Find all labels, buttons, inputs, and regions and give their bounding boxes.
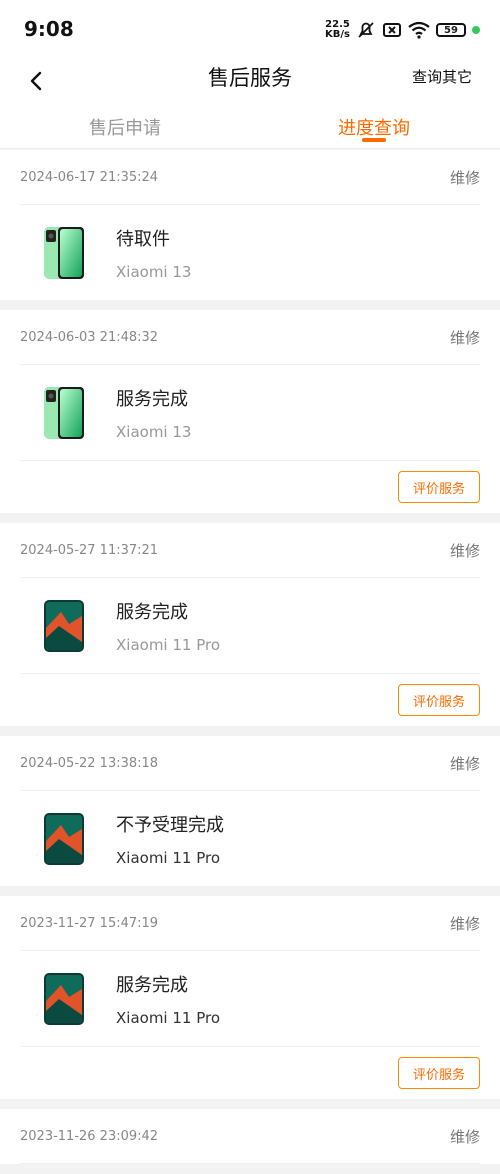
order-status: 服务完成	[116, 974, 188, 996]
xiaomi-11-pro-image	[44, 812, 84, 865]
order-card[interactable]: 2024-05-22 13:38:18 维修 不予受理完成 Xiaomi 11 …	[0, 736, 500, 886]
order-card[interactable]: 2024-06-03 21:48:32 维修 服务完成 Xiaomi 13 评价	[0, 310, 500, 513]
order-type: 维修	[449, 328, 480, 347]
card-header: 2024-05-27 11:37:21 维修	[20, 523, 480, 578]
status-bar: 9:08 22.5 KB/s 59	[0, 0, 500, 58]
active-tab-indicator	[362, 138, 386, 142]
order-date: 2024-06-17 21:35:24	[20, 169, 159, 185]
order-status: 不予受理完成	[116, 814, 224, 836]
card-body: 待取件 Xiaomi 13	[20, 205, 480, 300]
order-type: 维修	[449, 754, 480, 773]
order-date: 2023-11-26 23:09:42	[20, 1128, 159, 1144]
order-card[interactable]: 2023-11-26 23:09:42 维修	[0, 1109, 500, 1164]
order-card[interactable]: 2023-11-27 15:47:19 维修 服务完成 Xiaomi 11 Pr…	[0, 896, 500, 1099]
wifi-icon	[408, 21, 430, 39]
device-model: Xiaomi 11 Pro	[116, 848, 221, 867]
card-body: 服务完成 Xiaomi 11 Pro	[20, 578, 480, 673]
tab-progress[interactable]: 进度查询	[294, 114, 454, 140]
xiaomi-13-image	[44, 386, 84, 439]
order-type: 维修	[449, 914, 480, 933]
card-header: 2024-05-22 13:38:18 维修	[20, 736, 480, 791]
xiaomi-11-pro-image	[44, 599, 84, 652]
device-model: Xiaomi 13	[116, 262, 192, 281]
header: 售后服务 查询其它 售后申请 进度查询	[0, 58, 500, 149]
card-body: 服务完成 Xiaomi 13	[20, 365, 480, 460]
order-card[interactable]: 2024-05-27 11:37:21 维修 服务完成 Xiaomi 11 Pr…	[0, 523, 500, 726]
order-type: 维修	[449, 168, 480, 187]
order-type: 维修	[449, 1127, 480, 1146]
order-status: 服务完成	[116, 601, 188, 623]
card-footer: 评价服务	[20, 460, 480, 513]
tab-apply[interactable]: 售后申请	[45, 114, 205, 140]
rate-service-button[interactable]: 评价服务	[398, 1057, 480, 1089]
order-status: 服务完成	[116, 388, 188, 410]
card-header: 2023-11-26 23:09:42 维修	[20, 1109, 480, 1164]
card-header: 2024-06-03 21:48:32 维修	[20, 310, 480, 365]
order-date: 2023-11-27 15:47:19	[20, 915, 159, 931]
sim-off-icon	[383, 23, 401, 37]
device-model: Xiaomi 11 Pro	[116, 635, 221, 654]
device-model: Xiaomi 11 Pro	[116, 1008, 221, 1027]
device-model: Xiaomi 13	[116, 422, 192, 441]
card-header: 2023-11-27 15:47:19 维修	[20, 896, 480, 951]
order-date: 2024-06-03 21:48:32	[20, 329, 159, 345]
card-body: 不予受理完成 Xiaomi 11 Pro	[20, 791, 480, 886]
card-footer: 评价服务	[20, 1046, 480, 1099]
order-date: 2024-05-22 13:38:18	[20, 755, 159, 771]
battery-icon: 59	[436, 23, 466, 37]
mute-icon	[358, 22, 374, 38]
status-icons: 22.5 KB/s 59	[325, 20, 480, 40]
xiaomi-13-image	[44, 226, 84, 279]
card-header: 2024-06-17 21:35:24 维修	[20, 150, 480, 205]
order-type: 维修	[449, 541, 480, 560]
order-card[interactable]: 2024-06-17 21:35:24 维修 待取件 Xiaomi 13	[0, 150, 500, 300]
privacy-dot-icon	[472, 26, 480, 34]
card-footer: 评价服务	[20, 673, 480, 726]
order-date: 2024-05-27 11:37:21	[20, 542, 159, 558]
xiaomi-11-pro-image	[44, 972, 84, 1025]
order-list: 2024-06-17 21:35:24 维修 待取件 Xiaomi 13 202…	[0, 150, 500, 1174]
status-time: 9:08	[24, 17, 74, 41]
order-status: 待取件	[116, 228, 170, 250]
net-speed: 22.5 KB/s	[325, 19, 350, 40]
rate-service-button[interactable]: 评价服务	[398, 684, 480, 716]
query-other-link[interactable]: 查询其它	[412, 66, 472, 87]
card-body: 服务完成 Xiaomi 11 Pro	[20, 951, 480, 1046]
rate-service-button[interactable]: 评价服务	[398, 471, 480, 503]
